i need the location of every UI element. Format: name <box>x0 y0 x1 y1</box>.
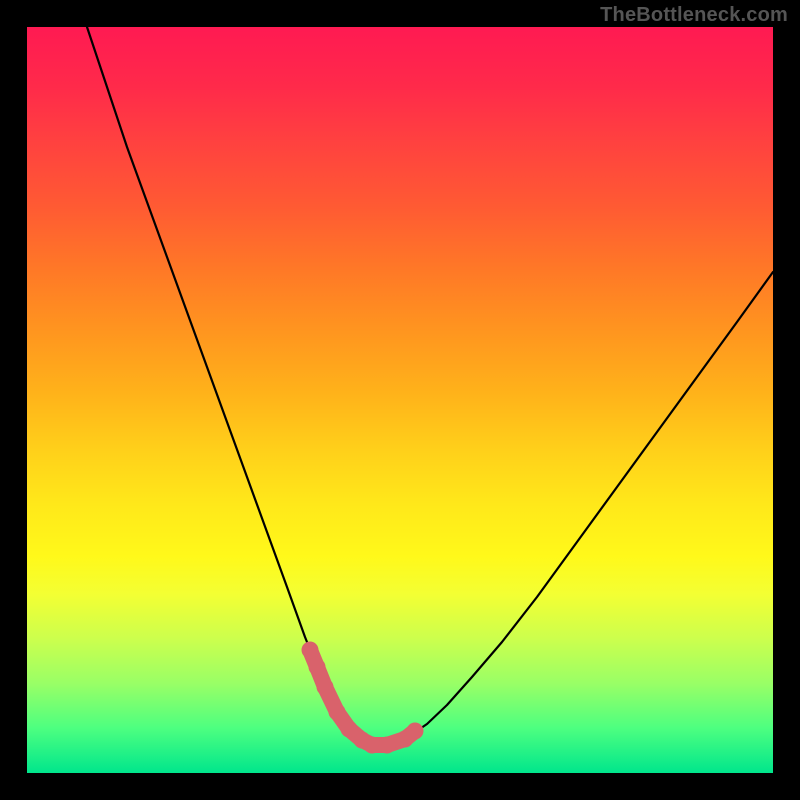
plot-area <box>27 27 773 773</box>
highlight-dot <box>302 642 319 659</box>
highlight-dot <box>329 704 346 721</box>
chart-frame: TheBottleneck.com <box>0 0 800 800</box>
highlight-dot <box>317 679 334 696</box>
highlight-dot <box>341 721 358 738</box>
highlight-dot <box>379 737 396 754</box>
highlight-dot <box>364 737 381 754</box>
watermark-text: TheBottleneck.com <box>600 4 788 27</box>
curve-layer <box>27 27 773 773</box>
bottleneck-curve <box>87 27 773 745</box>
highlight-dot <box>309 659 326 676</box>
highlight-sweet-spot <box>310 650 415 745</box>
highlight-dot <box>407 723 424 740</box>
